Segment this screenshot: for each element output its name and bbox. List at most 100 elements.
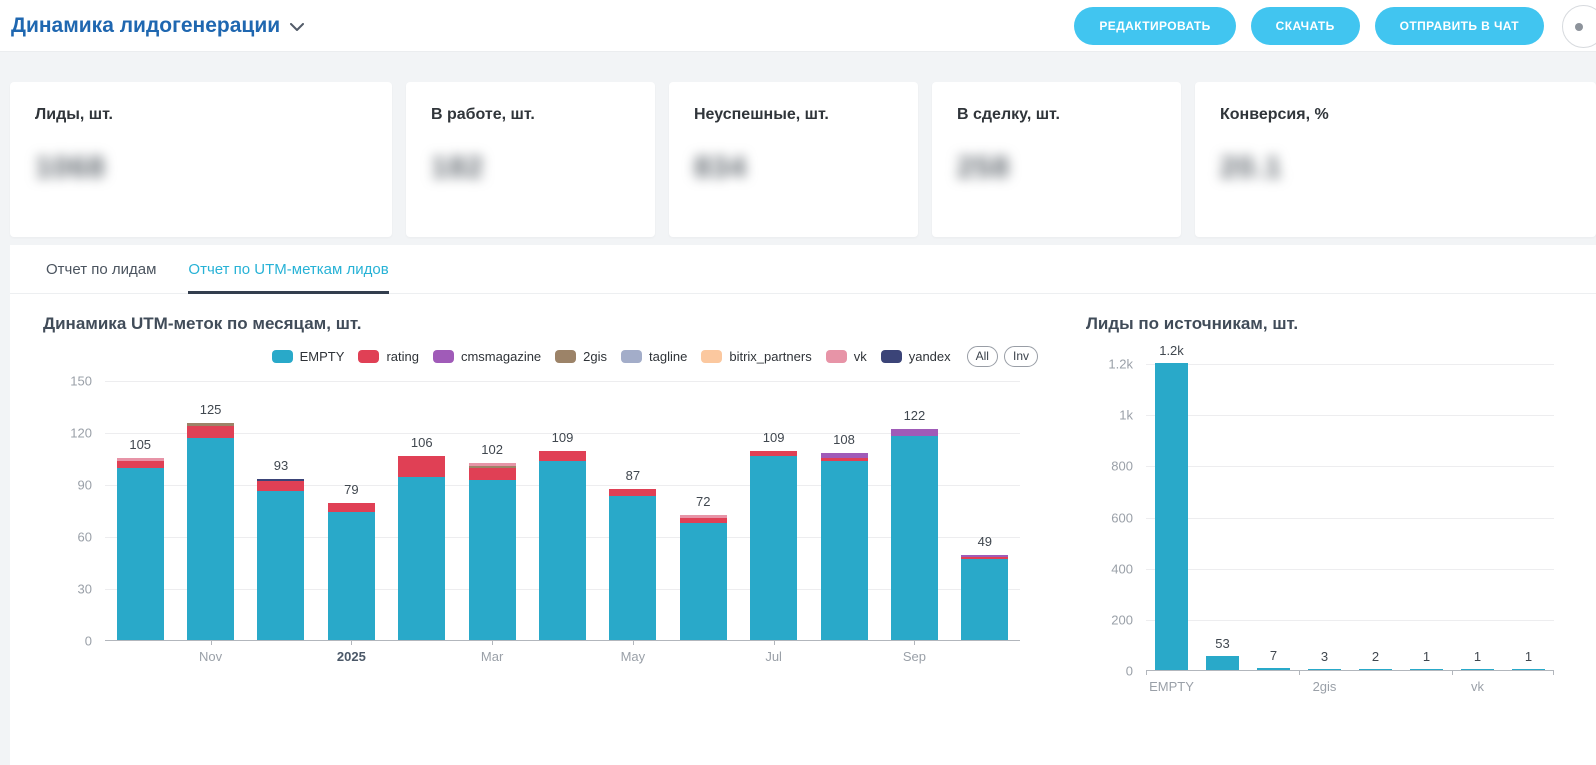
report-panel: Отчет по лидам Отчет по UTM-меткам лидов… [10,245,1596,765]
bar[interactable] [398,456,445,640]
x-axis-label: May [621,649,646,664]
legend-item[interactable]: rating [358,349,419,364]
x-axis-label: 2025 [337,649,366,664]
bar[interactable] [1512,669,1545,670]
bar-value-label: 1 [1474,649,1481,664]
bar-value-label: 53 [1215,636,1229,651]
legend-item[interactable]: EMPTY [272,349,345,364]
bar-value-label: 102 [481,442,503,457]
grid-line [1146,569,1554,570]
bar-value-label: 93 [274,458,288,473]
x-axis-label: Jul [765,649,782,664]
bar-segment [469,468,516,480]
legend-item[interactable]: bitrix_partners [701,349,811,364]
bar-segment [1359,669,1392,670]
edit-button[interactable]: РЕДАКТИРОВАТЬ [1074,7,1235,45]
tab-utm-report[interactable]: Отчет по UTM-меткам лидов [188,261,388,294]
y-axis-label: 600 [1111,510,1133,525]
legend-swatch [881,350,902,363]
bar-value-label: 7 [1270,648,1277,663]
bar-segment [961,559,1008,640]
page-title: Динамика лидогенерации [11,14,280,38]
bar-segment [257,491,304,640]
y-axis-label: 30 [78,582,92,597]
bar-segment [187,426,234,438]
bar-segment [891,436,938,640]
bar[interactable] [680,515,727,640]
bar[interactable] [1308,669,1341,670]
report-tabs: Отчет по лидам Отчет по UTM-меткам лидов [10,261,1596,294]
bar-segment [117,468,164,640]
bar[interactable] [1206,656,1239,670]
leads-by-source-chart: Лиды по источникам, шт. 02004006008001k1… [1086,314,1591,671]
bar[interactable] [1461,669,1494,670]
legend-item[interactable]: vk [826,349,867,364]
send-to-chat-button[interactable]: ОТПРАВИТЬ В ЧАТ [1375,7,1544,45]
charts-row: Динамика UTM-меток по месяцам, шт. EMPTY… [10,294,1596,671]
bar[interactable] [117,458,164,640]
stat-card-value: 258 [957,151,1010,185]
grid-line [1146,364,1554,365]
legend-item[interactable]: 2gis [555,349,607,364]
bar-segment [539,451,586,461]
tab-leads-report[interactable]: Отчет по лидам [46,261,156,293]
bar[interactable] [1257,668,1290,670]
legend-label: rating [386,349,419,364]
bar[interactable] [469,463,516,640]
legend-label: 2gis [583,349,607,364]
bar[interactable] [821,453,868,640]
x-axis-label: Sep [903,649,926,664]
y-axis-label: 0 [85,634,92,649]
stat-card-label: В работе, шт. [431,106,645,124]
bar-segment [328,503,375,512]
x-axis-tick [492,640,493,645]
bar[interactable] [609,489,656,640]
legend-inv-button[interactable]: Inv [1004,346,1038,367]
grid-line [1146,415,1554,416]
stat-card-value: 1068 [35,151,106,185]
bar[interactable] [328,503,375,640]
x-axis-tick [351,640,352,645]
bar[interactable] [891,429,938,640]
bar-segment [750,456,797,640]
stat-card-label: Конверсия, % [1220,106,1586,124]
bar-segment [398,456,445,477]
bar-value-label: 108 [833,432,855,447]
bar[interactable] [1410,669,1443,670]
bar-value-label: 122 [904,408,926,423]
bar[interactable] [1155,363,1188,670]
y-axis-label: 0 [1126,664,1133,679]
bar-value-label: 2 [1372,649,1379,664]
download-button[interactable]: СКАЧАТЬ [1251,7,1360,45]
bar-segment [187,438,234,640]
legend-item[interactable]: tagline [621,349,687,364]
bar[interactable] [539,451,586,640]
more-button[interactable] [1562,5,1596,48]
grid-line [1146,466,1554,467]
bar-value-label: 79 [344,482,358,497]
bar[interactable] [257,479,304,640]
bar[interactable] [750,451,797,640]
bar-segment [609,496,656,640]
bar[interactable] [187,423,234,640]
legend-swatch [358,350,379,363]
bar[interactable] [961,555,1008,640]
bar-value-label: 87 [626,468,640,483]
legend-item[interactable]: yandex [881,349,951,364]
legend-label: tagline [649,349,687,364]
bar[interactable] [1359,669,1392,670]
grid-line [1146,620,1554,621]
x-axis-label: Nov [199,649,222,664]
bar-segment [609,489,656,496]
leads-by-source-plot: 02004006008001k1.2kEMPTY2gisvk1.2k537321… [1146,364,1554,671]
legend-all-button[interactable]: All [967,346,998,367]
bar-value-label: 1 [1525,649,1532,664]
legend-buttons: All Inv [967,346,1038,367]
stat-card-label: В сделку, шт. [957,106,1171,124]
bar-segment [1512,669,1545,670]
x-axis-tick [1452,670,1453,675]
chevron-down-icon[interactable] [290,19,304,37]
bar-segment [117,461,164,468]
legend-item[interactable]: cmsmagazine [433,349,541,364]
legend-swatch [555,350,576,363]
